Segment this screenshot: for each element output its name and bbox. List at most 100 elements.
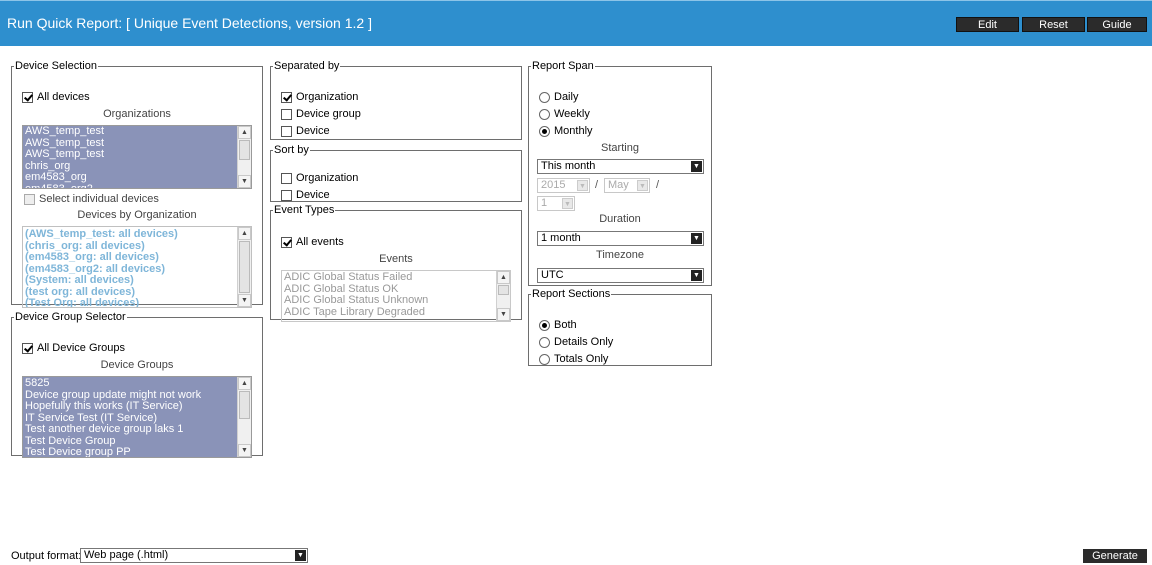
- scroll-up-icon[interactable]: ▲: [238, 377, 251, 390]
- span-option-weekly[interactable]: Weekly: [539, 107, 590, 121]
- all-events-checkbox[interactable]: [281, 236, 292, 248]
- checkbox[interactable]: [281, 172, 292, 184]
- list-item[interactable]: (System: all devices): [23, 274, 237, 287]
- chevron-down-icon: ▼: [691, 233, 702, 244]
- checkbox[interactable]: [281, 125, 292, 137]
- radio[interactable]: [539, 91, 550, 103]
- radio[interactable]: [539, 336, 550, 348]
- month-select[interactable]: May ▼: [604, 178, 650, 193]
- chevron-down-icon: ▼: [637, 180, 648, 191]
- scroll-down-icon[interactable]: ▼: [497, 308, 510, 321]
- sort-by-option[interactable]: Organization: [281, 171, 358, 185]
- device-selection-legend: Device Selection: [15, 60, 97, 72]
- scroll-thumb[interactable]: [498, 285, 509, 295]
- radio[interactable]: [539, 353, 550, 365]
- day-value: 1: [541, 197, 548, 209]
- list-item[interactable]: Hopefully this works (IT Service): [23, 400, 237, 413]
- list-item[interactable]: Test Device group PP: [23, 446, 237, 457]
- checkbox[interactable]: [281, 91, 292, 103]
- scroll-up-icon[interactable]: ▲: [497, 271, 510, 284]
- all-device-groups-label: All Device Groups: [37, 342, 126, 354]
- duration-select[interactable]: 1 month ▼: [537, 231, 704, 246]
- span-option-monthly[interactable]: Monthly: [539, 124, 593, 138]
- edit-button[interactable]: Edit: [956, 17, 1019, 32]
- starting-select[interactable]: This month ▼: [537, 159, 704, 174]
- sort-by-panel: Sort by Organization Device: [270, 144, 522, 202]
- all-events-label: All events: [296, 236, 344, 248]
- list-item[interactable]: ADIC Global Status Failed: [282, 271, 496, 284]
- device-groups-listbox[interactable]: 5825 Device group update might not work …: [22, 376, 252, 458]
- option-label: Daily: [554, 91, 579, 103]
- report-span-legend: Report Span: [532, 60, 594, 72]
- list-item[interactable]: 5825: [23, 377, 237, 390]
- devices-by-org-caption: Devices by Organization: [77, 209, 197, 221]
- section-option-both[interactable]: Both: [539, 318, 577, 332]
- scroll-up-icon[interactable]: ▲: [238, 227, 251, 240]
- separated-by-option[interactable]: Organization: [281, 90, 358, 104]
- list-item[interactable]: em4583_org2: [23, 183, 237, 188]
- generate-button[interactable]: Generate: [1083, 549, 1147, 563]
- timezone-select[interactable]: UTC ▼: [537, 268, 704, 283]
- events-listbox[interactable]: ADIC Global Status Failed ADIC Global St…: [281, 270, 511, 322]
- scroll-down-icon[interactable]: ▼: [238, 294, 251, 307]
- scroll-thumb[interactable]: [239, 391, 250, 419]
- option-label: Device group: [296, 108, 361, 120]
- output-format-select[interactable]: Web page (.html) ▼: [80, 548, 308, 563]
- devices-by-org-listbox[interactable]: (AWS_temp_test: all devices) (chris_org:…: [22, 226, 252, 308]
- all-events-row[interactable]: All events: [281, 235, 344, 249]
- all-device-groups-checkbox[interactable]: [22, 342, 33, 354]
- sort-by-legend: Sort by: [274, 144, 309, 156]
- list-item[interactable]: ADIC Tape Library Degraded: [282, 306, 496, 319]
- scroll-thumb[interactable]: [239, 241, 250, 293]
- radio[interactable]: [539, 319, 550, 331]
- list-item[interactable]: AWS_temp_test: [23, 148, 237, 161]
- report-sections-panel: Report Sections Both Details Only Totals…: [528, 288, 712, 366]
- scroll-up-icon[interactable]: ▲: [238, 126, 251, 139]
- device-groups-scrollbar[interactable]: ▲ ▼: [237, 377, 251, 457]
- list-item[interactable]: (AWS_temp_test: all devices): [23, 228, 237, 241]
- list-item[interactable]: (Test Org: all devices): [23, 297, 237, 307]
- reset-button[interactable]: Reset: [1022, 17, 1085, 32]
- separated-by-option[interactable]: Device: [281, 124, 330, 138]
- starting-caption: Starting: [601, 142, 639, 154]
- page-title: Run Quick Report: [ Unique Event Detecti…: [7, 15, 372, 31]
- timezone-value: UTC: [541, 269, 564, 281]
- select-individual-row[interactable]: Select individual devices: [24, 192, 159, 206]
- option-label: Details Only: [554, 336, 614, 348]
- sort-by-option[interactable]: Device: [281, 188, 330, 202]
- event-types-panel: Event Types All events Events ADIC Globa…: [270, 204, 522, 322]
- all-devices-checkbox[interactable]: [22, 91, 33, 103]
- section-option-totals[interactable]: Totals Only: [539, 352, 608, 366]
- option-label: Organization: [296, 172, 359, 184]
- section-option-details[interactable]: Details Only: [539, 335, 613, 349]
- organizations-scrollbar[interactable]: ▲ ▼: [237, 126, 251, 188]
- list-item[interactable]: AWS_temp_test: [23, 126, 237, 138]
- scroll-down-icon[interactable]: ▼: [238, 444, 251, 457]
- scroll-down-icon[interactable]: ▼: [238, 175, 251, 188]
- checkbox[interactable]: [281, 108, 292, 120]
- select-individual-checkbox[interactable]: [24, 193, 35, 205]
- radio[interactable]: [539, 108, 550, 120]
- date-separator: /: [656, 179, 660, 191]
- all-device-groups-row[interactable]: All Device Groups: [22, 341, 125, 355]
- day-select[interactable]: 1 ▼: [537, 196, 575, 211]
- list-item[interactable]: ADIC Global Status Unknown: [282, 294, 496, 307]
- radio[interactable]: [539, 125, 550, 137]
- events-scrollbar[interactable]: ▲ ▼: [496, 271, 510, 321]
- year-select[interactable]: 2015 ▼: [537, 178, 590, 193]
- devices-scrollbar[interactable]: ▲ ▼: [237, 227, 251, 307]
- scroll-thumb[interactable]: [239, 140, 250, 160]
- checkbox[interactable]: [281, 189, 292, 201]
- organizations-listbox[interactable]: AWS_temp_test AWS_temp_test AWS_temp_tes…: [22, 125, 252, 189]
- option-label: Weekly: [554, 108, 590, 120]
- all-devices-label: All devices: [37, 91, 90, 103]
- list-item[interactable]: Test another device group laks 1: [23, 423, 237, 436]
- separated-by-option[interactable]: Device group: [281, 107, 361, 121]
- select-individual-label: Select individual devices: [39, 193, 159, 205]
- guide-button[interactable]: Guide: [1087, 17, 1147, 32]
- year-value: 2015: [541, 179, 566, 191]
- span-option-daily[interactable]: Daily: [539, 90, 578, 104]
- list-item[interactable]: em4583_org: [23, 171, 237, 184]
- all-devices-checkbox-row[interactable]: All devices: [22, 90, 90, 104]
- list-item[interactable]: (em4583_org: all devices): [23, 251, 237, 264]
